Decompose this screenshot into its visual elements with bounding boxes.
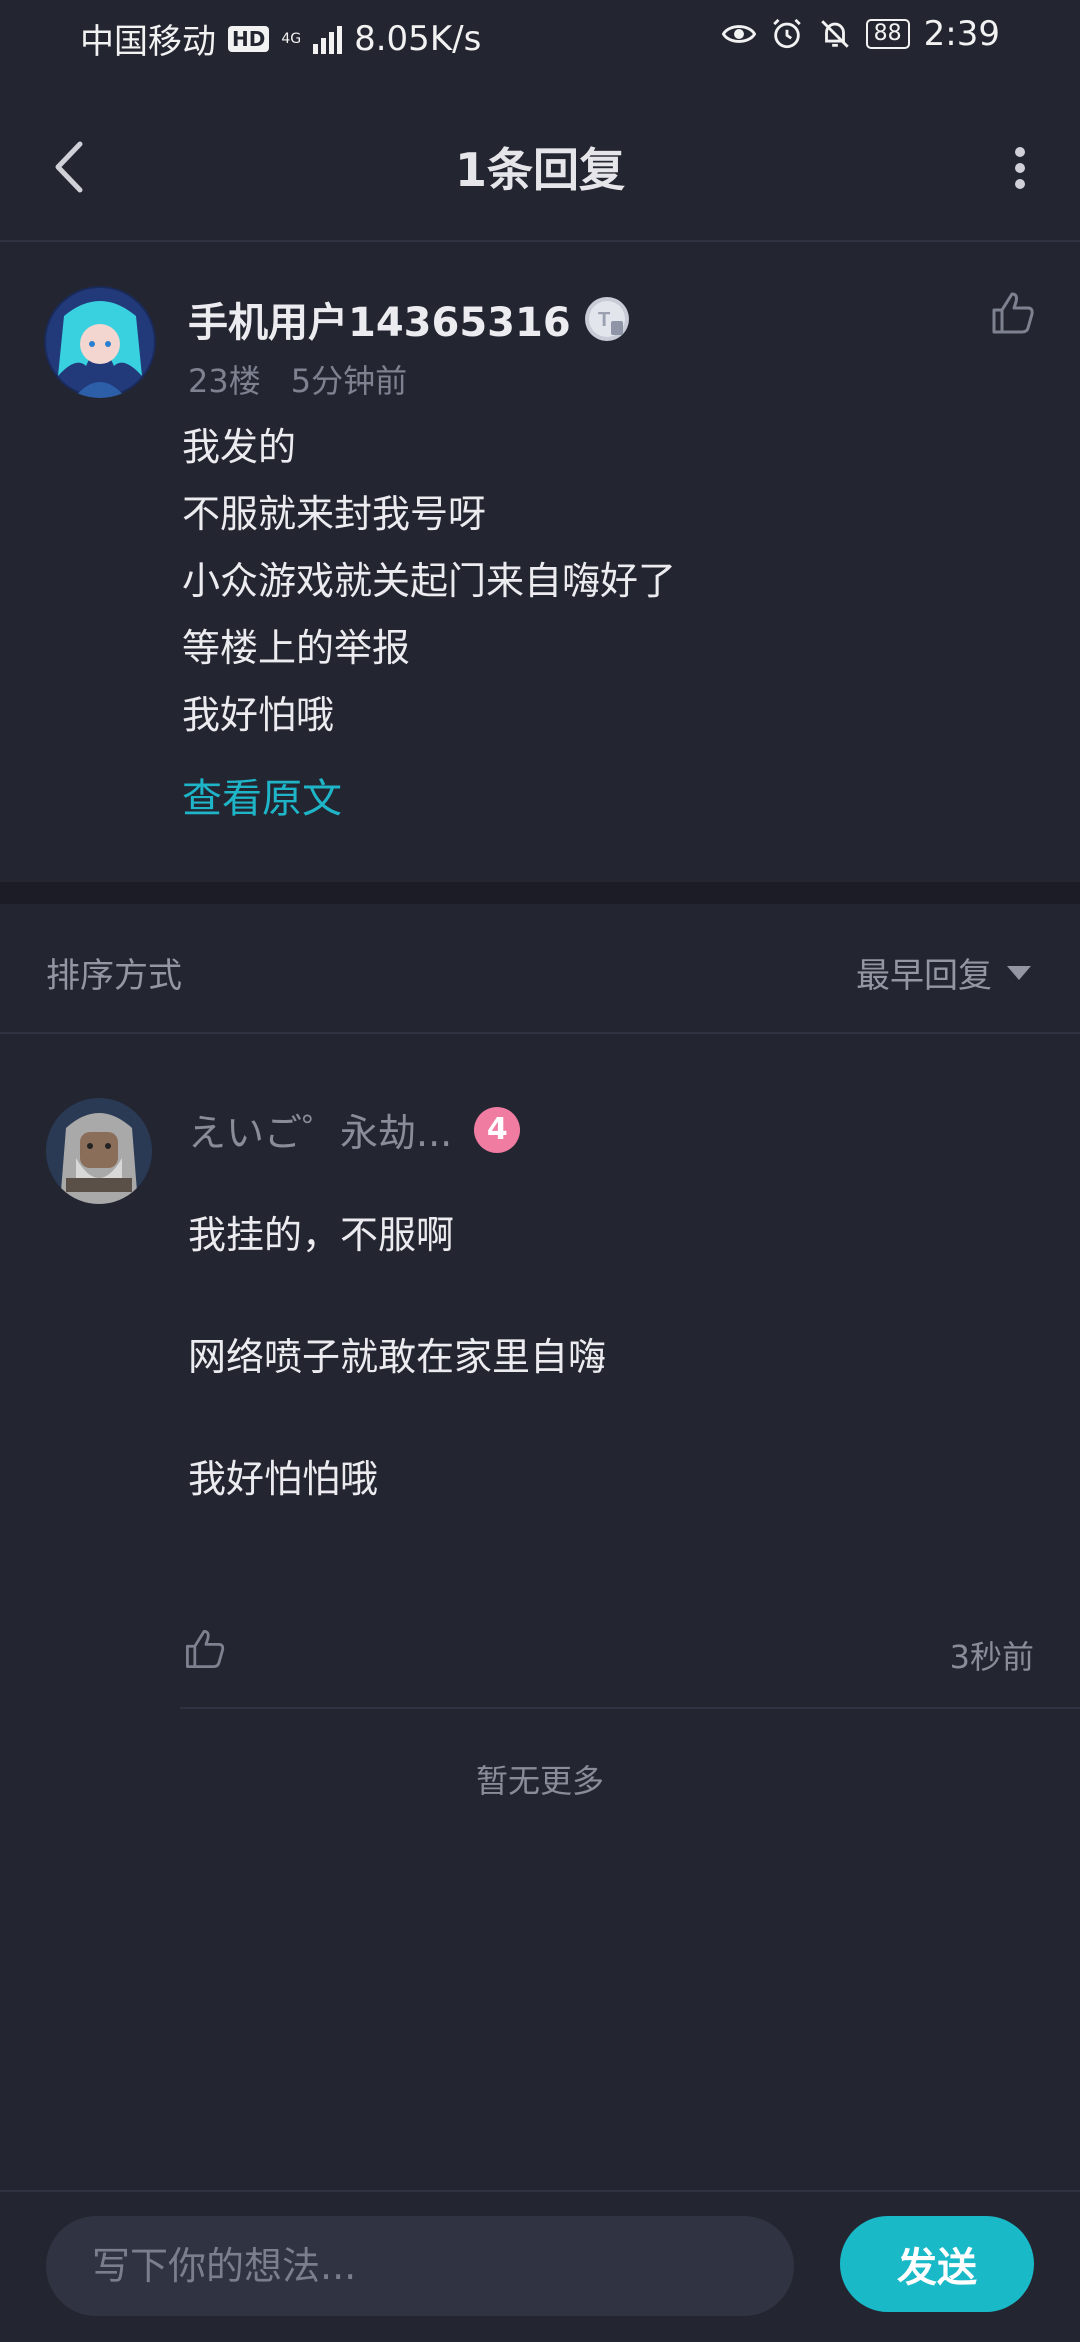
divider xyxy=(180,1707,1080,1709)
post-line: 不服就来封我号呀 xyxy=(182,492,487,536)
user-rank-badge-icon: T xyxy=(584,297,629,341)
original-post: 手机用户14365316 T 23楼 5分钟前 我发的 不服就来封我号呀 小众游戏… xyxy=(0,242,1080,882)
reply-content: 我挂的，不服啊 网络喷子就敢在家里自嗨 我好怕怕哦 xyxy=(188,1172,606,1538)
comment-input[interactable] xyxy=(46,2216,794,2316)
reply-item: えいご゜永劫... 4 我挂的，不服啊 网络喷子就敢在家里自嗨 我好怕怕哦 3秒… xyxy=(0,1034,1080,1714)
network-speed: 8.05K/s xyxy=(354,18,482,59)
status-bar: 中国移动 HD 4G 8.05K/s 88 2:39 xyxy=(0,0,1080,72)
network-type: 4G xyxy=(281,30,302,47)
signal-icon xyxy=(313,24,343,54)
hd-badge: HD xyxy=(228,25,270,52)
reply-time: 3秒前 xyxy=(949,1638,1034,1676)
sort-bar: 排序方式 最早回复 xyxy=(0,904,1080,1034)
post-time: 5分钟前 xyxy=(290,362,408,400)
mute-bell-icon xyxy=(820,20,849,48)
page-title: 1条回复 xyxy=(454,143,625,197)
thumbs-up-icon[interactable] xyxy=(180,1624,230,1674)
post-content: 我发的 不服就来封我号呀 小众游戏就关起门来自嗨好了 等楼上的举报 我好怕哦 xyxy=(182,414,676,749)
no-more-text: 暂无更多 xyxy=(475,1762,604,1800)
carrier-name: 中国移动 xyxy=(80,22,216,62)
status-left: 中国移动 HD 4G 8.05K/s xyxy=(80,14,481,63)
battery-indicator: 88 xyxy=(865,19,910,49)
reply-line: 网络喷子就敢在家里自嗨 xyxy=(188,1335,607,1379)
reply-line: 我挂的，不服啊 xyxy=(188,1213,455,1257)
section-divider xyxy=(0,882,1080,904)
username[interactable]: 手机用户14365316 xyxy=(188,290,571,348)
send-button[interactable]: 发送 xyxy=(840,2216,1034,2312)
sort-label: 排序方式 xyxy=(46,956,182,996)
sort-dropdown[interactable]: 最早回复 xyxy=(856,948,1032,997)
alarm-icon xyxy=(772,18,801,49)
clock: 2:39 xyxy=(923,14,1000,54)
caret-down-icon xyxy=(1007,965,1031,980)
avatar[interactable] xyxy=(46,1098,152,1204)
status-right: 88 2:39 xyxy=(721,14,1000,54)
eye-icon xyxy=(721,25,756,43)
post-line: 我发的 xyxy=(182,425,297,469)
level-badge: 4 xyxy=(474,1106,521,1153)
post-meta: 23楼 5分钟前 xyxy=(188,356,437,402)
post-line: 等楼上的举报 xyxy=(182,626,411,670)
view-original-link[interactable]: 查看原文 xyxy=(182,766,342,824)
post-line: 小众游戏就关起门来自嗨好了 xyxy=(182,559,677,603)
more-options-icon[interactable] xyxy=(1000,132,1040,202)
post-author[interactable]: 手机用户14365316 T xyxy=(188,290,631,348)
floor-number: 23楼 xyxy=(188,362,261,400)
sort-selected[interactable]: 最早回复 xyxy=(856,948,992,997)
app-bar: 1条回复 xyxy=(0,90,1080,242)
comment-bar: 发送 xyxy=(0,2190,1080,2342)
username[interactable]: えいご゜永劫... xyxy=(188,1102,452,1157)
reply-author[interactable]: えいご゜永劫... 4 xyxy=(188,1102,521,1157)
avatar[interactable] xyxy=(44,286,156,398)
post-line: 我好怕哦 xyxy=(182,693,335,737)
svg-text:T: T xyxy=(598,309,610,331)
reply-line: 我好怕怕哦 xyxy=(188,1457,379,1501)
thumbs-up-icon[interactable] xyxy=(986,286,1040,340)
